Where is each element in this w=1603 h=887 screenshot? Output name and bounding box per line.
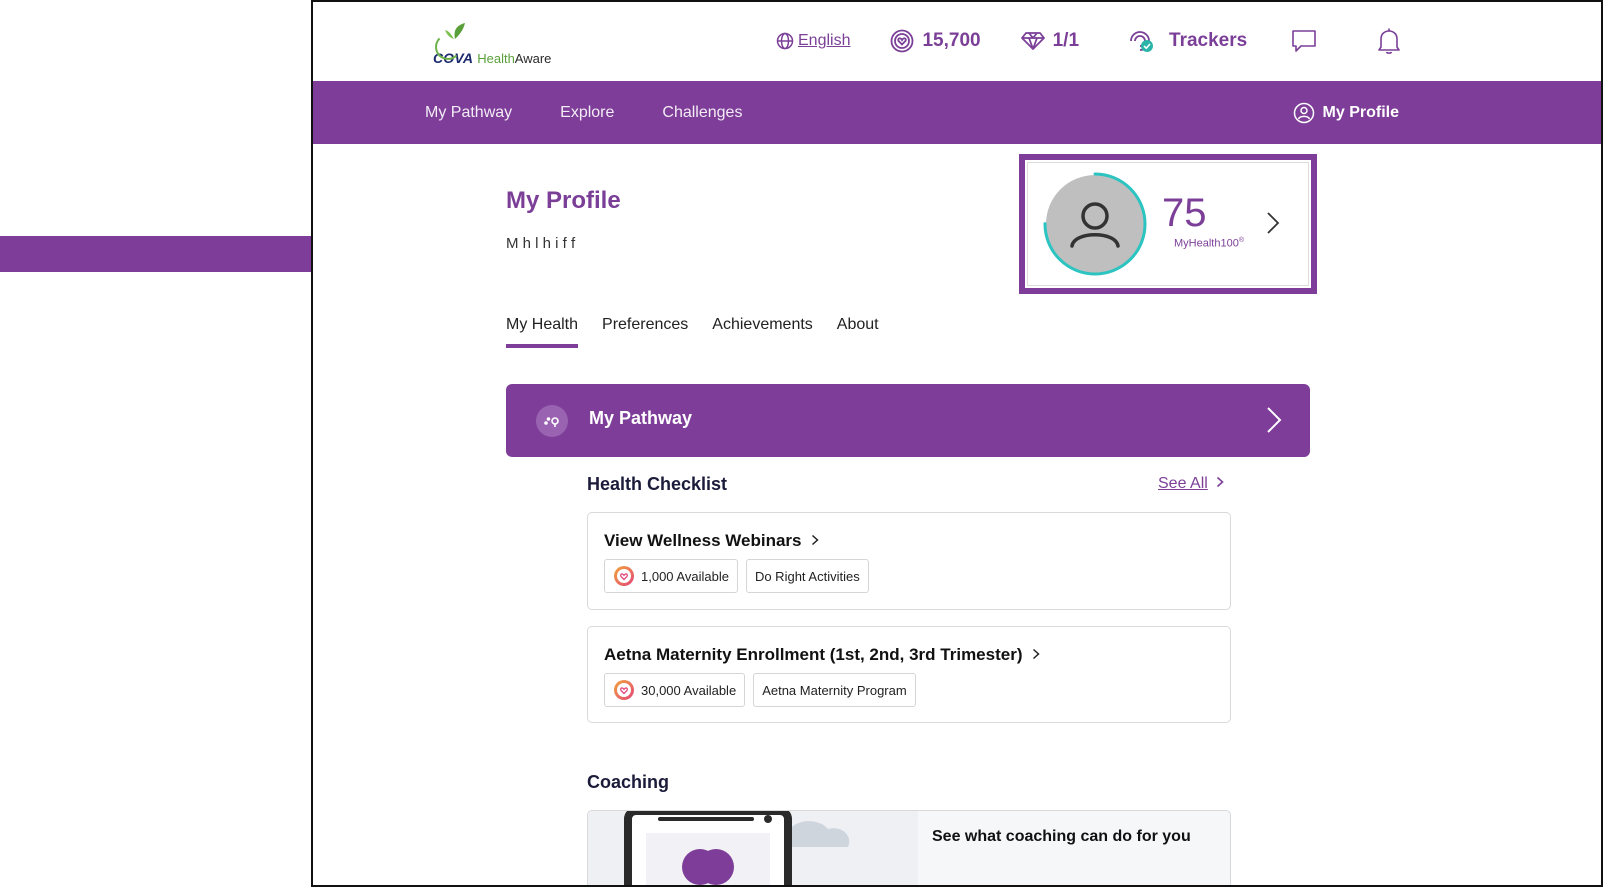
chevron-right-icon [811,531,820,551]
category-chip: Aetna Maternity Program [753,673,916,707]
screenshot-stage: COVA Health Aware English 15,700 1/1 Tra… [0,0,1603,887]
avatar-with-progress-ring [1042,171,1148,277]
category-chip: Do Right Activities [745,559,869,593]
see-all-label: See All [1158,475,1208,492]
language-selector[interactable]: English [776,32,850,50]
reward-chip-label: 1,000 Available [641,568,729,584]
pathway-label: My Pathway [589,408,693,428]
chevron-right-icon [1216,475,1224,493]
reward-chip: 30,000 Available [604,673,746,707]
globe-icon [776,32,794,50]
reward-chip: 1,000 Available [604,559,738,593]
page-subtitle: M h l h i f f [506,235,576,252]
health-checklist-title: Health Checklist [587,474,728,494]
nav-explore[interactable]: Explore [560,104,614,122]
pathway-icon [536,405,568,437]
app-window: COVA Health Aware English 15,700 1/1 Tra… [311,0,1603,887]
checklist-item-title: Aetna Maternity Enrollment (1st, 2nd, 3r… [604,645,1041,665]
nav-challenges[interactable]: Challenges [662,104,742,122]
myhealth-score-card[interactable]: 75 MyHealth100® [1019,154,1317,294]
myhealth-score-label: MyHealth100® [1174,237,1244,250]
chevron-right-icon [1267,407,1282,433]
notifications-button[interactable] [1377,27,1401,55]
checklist-item-chips: 30,000 Available Aetna Maternity Program [604,673,924,707]
points-coin-icon [614,680,634,700]
nav-my-profile-label: My Profile [1322,103,1399,121]
tab-my-health[interactable]: My Health [506,316,579,348]
gems-balance[interactable]: 1/1 [1020,30,1080,52]
cova-logo[interactable]: COVA Health Aware [433,22,551,66]
logo-health-text: Health [477,51,515,66]
bell-icon [1378,28,1401,54]
reward-chip-label: 30,000 Available [641,682,737,698]
category-chip-label: Do Right Activities [754,568,860,584]
avatar-icon [1043,172,1147,276]
category-chip-label: Aetna Maternity Program [762,682,907,698]
score-card-inner: 75 MyHealth100® [1027,162,1309,286]
nav-links: My Pathway Explore Challenges [425,81,790,144]
phone-illustration-icon [588,811,918,885]
points-coin-icon [614,566,634,586]
coaching-illustration [588,811,918,885]
points-value: 15,700 [922,30,981,51]
language-label: English [798,32,851,49]
logo-aware-text: Aware [514,51,552,66]
trackers-icon [1130,31,1154,52]
checklist-item[interactable]: View Wellness Webinars 1,000 Available D… [587,512,1231,610]
tab-achievements[interactable]: Achievements [712,316,813,348]
see-all-link[interactable]: See All [1158,475,1224,493]
top-utility-bar: English 15,700 1/1 Trackers [776,26,1401,56]
chevron-right-icon [1032,645,1041,665]
points-coin-icon [891,29,914,53]
profile-circle-icon [1293,102,1314,123]
top-header: COVA Health Aware English 15,700 1/1 Tra… [313,2,1601,81]
myhealth-score-value: 75 [1162,191,1207,235]
nav-my-profile[interactable]: My Profile [1293,81,1399,144]
messages-button[interactable] [1291,29,1317,53]
diamond-icon [1020,32,1045,50]
page-title: My Profile [506,187,621,214]
trackers-link[interactable]: Trackers [1127,28,1247,54]
tab-preferences[interactable]: Preferences [602,316,688,348]
nav-my-pathway[interactable]: My Pathway [425,104,512,122]
gems-value: 1/1 [1052,30,1080,51]
profile-tabs: My Health Preferences Achievements About [506,316,903,348]
main-navbar: My Pathway Explore Challenges My Profile [313,81,1601,144]
chat-bubble-icon [1292,30,1317,52]
points-balance[interactable]: 15,700 [890,29,981,53]
checklist-item-chips: 1,000 Available Do Right Activities [604,559,877,593]
coaching-card[interactable]: See what coaching can do for you [587,810,1231,885]
my-pathway-banner[interactable]: My Pathway [506,384,1310,457]
tab-about[interactable]: About [837,316,879,348]
coaching-title: Coaching [587,772,670,792]
checklist-item[interactable]: Aetna Maternity Enrollment (1st, 2nd, 3r… [587,626,1231,723]
chevron-right-icon [1267,212,1280,234]
logo-swoosh-icon [435,34,461,60]
coaching-card-text: See what coaching can do for you [932,828,1191,845]
checklist-item-title: View Wellness Webinars [604,531,820,551]
trackers-label: Trackers [1169,30,1248,51]
